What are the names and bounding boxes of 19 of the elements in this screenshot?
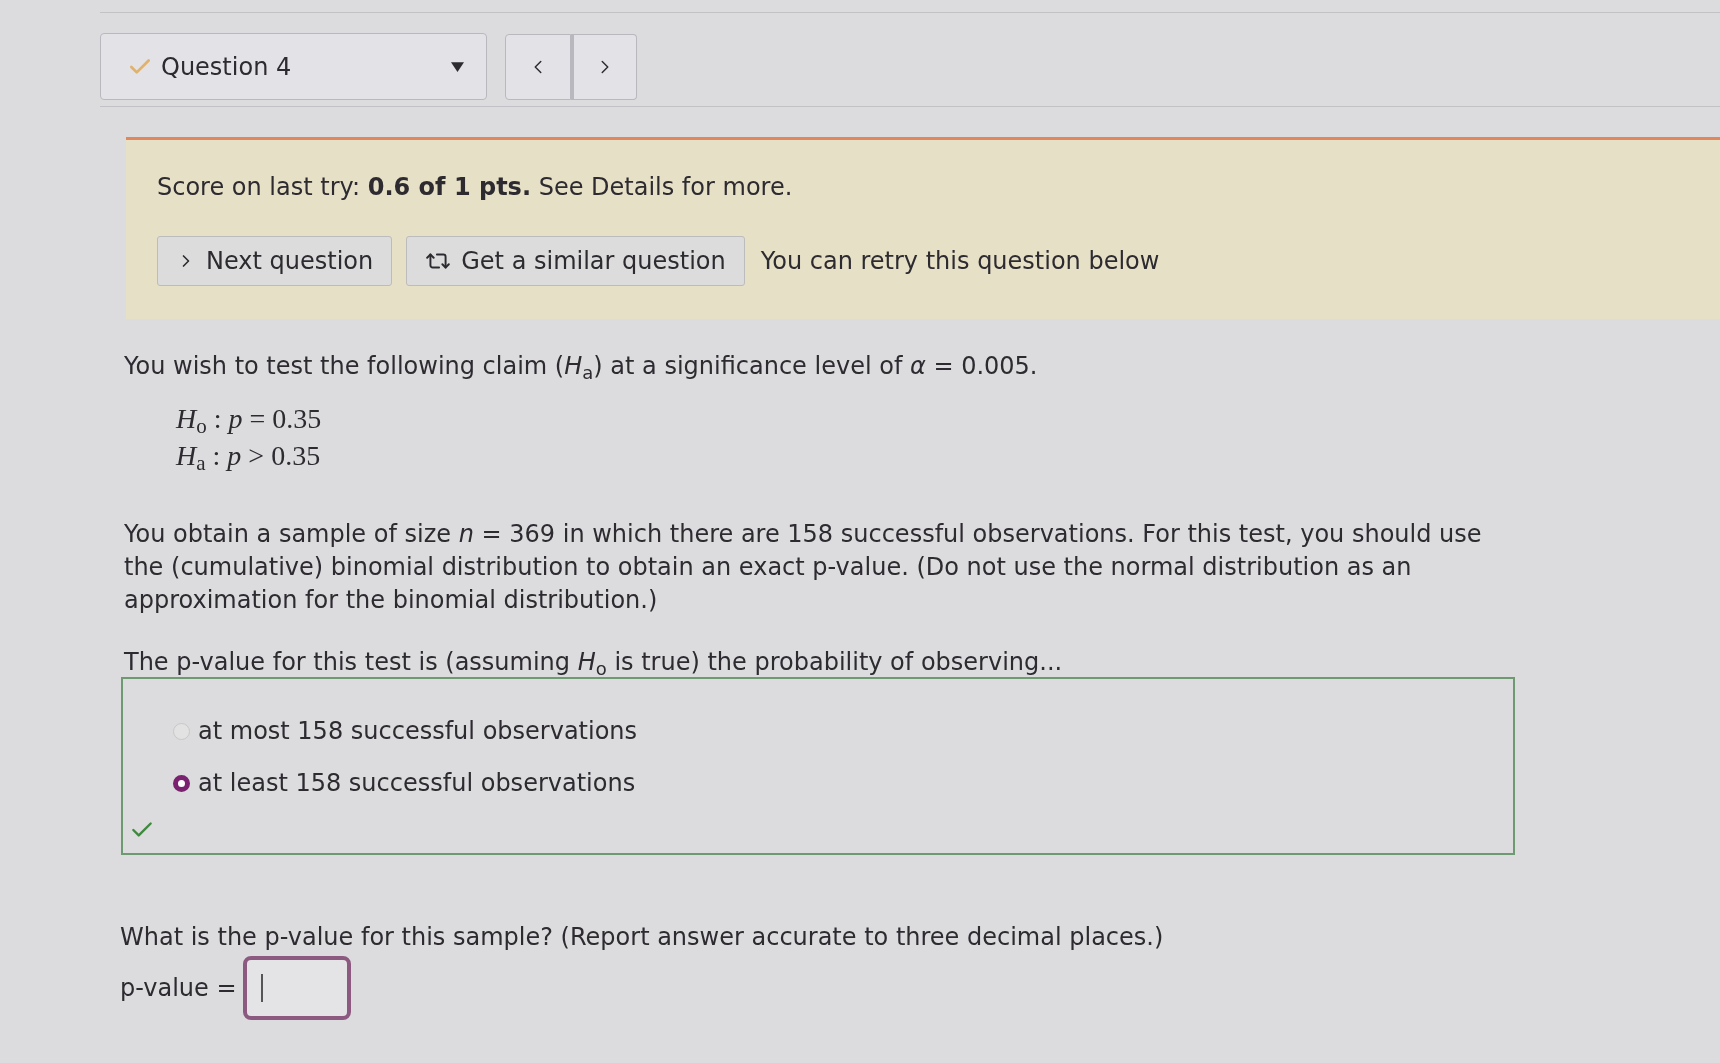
previous-button[interactable]	[505, 33, 571, 100]
hypothesis-text: H$_{o}$ : p = 0.35	[176, 402, 323, 437]
radio-option[interactable]: at least 158 successful observations	[173, 757, 1513, 809]
answer-input[interactable]	[242, 956, 351, 1020]
next-question-button[interactable]: Next question	[157, 236, 393, 286]
question-dropdown[interactable]: Question 4	[100, 33, 487, 100]
radio-button[interactable]	[173, 774, 190, 792]
prompt-text: The p-value for this test is (assuming H$_{o}$ is true) the probability of observing...	[124, 647, 1064, 677]
caret-down-icon	[451, 61, 464, 72]
question-text: You wish to test the following claim (H$_{a}$) at a significance level of α = 0.005.	[124, 351, 1039, 382]
answer-label: p-value =	[120, 973, 237, 1004]
retry-note: You can retry this question below	[760, 246, 1160, 277]
radio-option[interactable]: at most 158 successful observations	[173, 705, 1513, 757]
similar-question-button[interactable]: Get a similar question	[406, 236, 745, 286]
question-paragraph: You obtain a sample of size n = 369 in which there are 158 successful observations. For this test, you should use the (cumulative) binomial distribution to obtain an exact p-value. (Do not use the normal distribution as an approximation for the binomial distribution.)	[124, 519, 1483, 616]
question-text: What is the p-value for this sample? (Report answer accurate to three decimal places.)	[120, 922, 1165, 952]
next-button[interactable]	[571, 33, 637, 100]
score-text: Score on last try: 0.6 of 1 pts. See Details for more.	[157, 173, 794, 201]
hypothesis-text: H$_{a}$ : p > 0.35	[176, 439, 322, 474]
